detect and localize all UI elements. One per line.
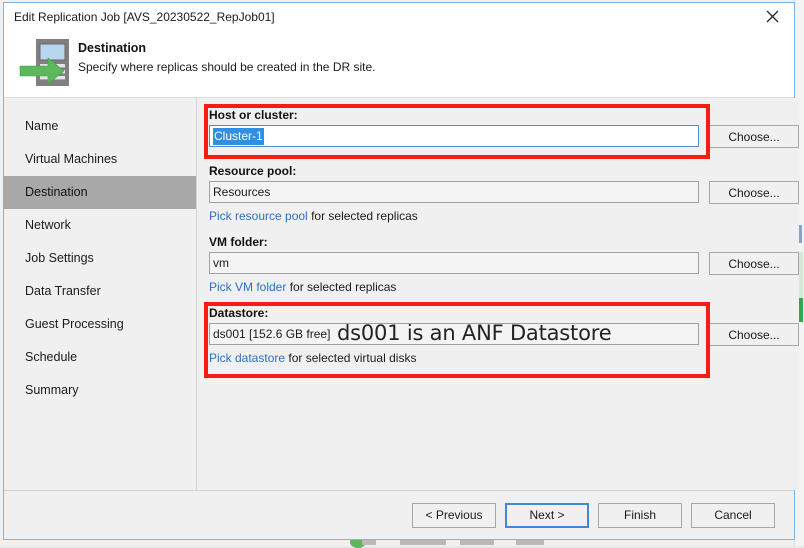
dialog-title: Edit Replication Job [AVS_20230522_RepJo… (14, 10, 275, 24)
sidebar-item-label: Job Settings (25, 251, 94, 265)
resource-pool-row: Resources Choose... (209, 181, 799, 204)
vm-folder-hint: Pick VM folder for selected replicas (209, 280, 799, 294)
dialog-body: Name Virtual Machines Destination Networ… (4, 98, 799, 490)
header-title: Destination (78, 41, 147, 55)
dialog-header: Destination Specify where replicas shoul… (4, 31, 794, 98)
host-or-cluster-value: Cluster-1 (213, 127, 264, 145)
sidebar-item-label: Guest Processing (25, 317, 124, 331)
sidebar-item-virtual-machines[interactable]: Virtual Machines (4, 143, 196, 176)
replication-server-arrow-icon (18, 35, 80, 91)
datastore-input[interactable]: ds001 [152.6 GB free] ds001 is an ANF Da… (209, 323, 699, 345)
sidebar-item-label: Destination (25, 185, 88, 199)
datastore-hint: Pick datastore for selected virtual disk… (209, 351, 799, 365)
datastore-row: ds001 [152.6 GB free] ds001 is an ANF Da… (209, 323, 799, 346)
sidebar-item-label: Summary (25, 383, 79, 397)
sidebar-item-destination[interactable]: Destination (4, 176, 196, 209)
previous-button[interactable]: < Previous (412, 502, 496, 528)
datastore-value: ds001 [152.6 GB free] (213, 327, 331, 341)
host-or-cluster-input[interactable]: Cluster-1 (209, 125, 699, 147)
host-or-cluster-group: Host or cluster: Cluster-1 Choose... (204, 104, 799, 159)
resource-pool-hint-rest: for selected replicas (311, 209, 418, 223)
vm-folder-group: VM folder: vm Choose... Pick VM folder f… (209, 235, 799, 294)
datastore-hint-rest: for selected virtual disks (288, 351, 417, 365)
vm-folder-hint-rest: for selected replicas (289, 280, 397, 294)
header-subtitle: Specify where replicas should be created… (78, 60, 376, 74)
sidebar-item-data-transfer[interactable]: Data Transfer (4, 275, 196, 308)
sidebar-item-summary[interactable]: Summary (4, 374, 196, 407)
pick-resource-pool-link[interactable]: Pick resource pool (209, 209, 308, 223)
vm-folder-value: vm (213, 256, 229, 270)
next-button[interactable]: Next > (505, 502, 589, 528)
resource-pool-hint: Pick resource pool for selected replicas (209, 209, 799, 223)
dialog-titlebar: Edit Replication Job [AVS_20230522_RepJo… (4, 3, 794, 31)
finish-button[interactable]: Finish (598, 502, 682, 528)
pick-vm-folder-link[interactable]: Pick VM folder (209, 280, 286, 294)
host-or-cluster-row: Cluster-1 Choose... (209, 125, 799, 148)
pick-datastore-link[interactable]: Pick datastore (209, 351, 285, 365)
sidebar-item-label: Network (25, 218, 71, 232)
host-or-cluster-label: Host or cluster: (209, 108, 298, 122)
sidebar-item-name[interactable]: Name (4, 110, 196, 143)
destination-form: Host or cluster: Cluster-1 Choose... Res… (197, 98, 799, 490)
cancel-button[interactable]: Cancel (691, 502, 775, 528)
datastore-group: Datastore: ds001 [152.6 GB free] ds001 i… (204, 302, 799, 378)
vm-folder-input[interactable]: vm (209, 252, 699, 274)
close-icon (766, 10, 779, 23)
sidebar-item-label: Virtual Machines (25, 152, 118, 166)
resource-pool-label: Resource pool: (209, 164, 297, 178)
sidebar-item-schedule[interactable]: Schedule (4, 341, 196, 374)
sidebar-item-job-settings[interactable]: Job Settings (4, 242, 196, 275)
wizard-step-list: Name Virtual Machines Destination Networ… (4, 98, 197, 490)
close-button[interactable] (750, 3, 794, 30)
datastore-annotation-text: ds001 is an ANF Datastore (337, 323, 612, 345)
resource-pool-input[interactable]: Resources (209, 181, 699, 203)
resource-pool-value: Resources (213, 185, 271, 199)
resource-pool-group: Resource pool: Resources Choose... Pick … (209, 164, 799, 223)
sidebar-item-guest-processing[interactable]: Guest Processing (4, 308, 196, 341)
vm-folder-label: VM folder: (209, 235, 268, 249)
host-or-cluster-choose-button[interactable]: Choose... (709, 125, 799, 148)
sidebar-item-label: Data Transfer (25, 284, 101, 298)
datastore-label: Datastore: (209, 306, 269, 320)
vm-folder-choose-button[interactable]: Choose... (709, 252, 799, 275)
sidebar-item-label: Schedule (25, 350, 78, 364)
vm-folder-row: vm Choose... (209, 252, 799, 275)
datastore-choose-button[interactable]: Choose... (709, 323, 799, 346)
sidebar-item-label: Name (25, 119, 59, 133)
resource-pool-choose-button[interactable]: Choose... (709, 181, 799, 204)
dialog-footer: < Previous Next > Finish Cancel (4, 490, 794, 539)
sidebar-item-network[interactable]: Network (4, 209, 196, 242)
edit-replication-job-dialog: Edit Replication Job [AVS_20230522_RepJo… (3, 2, 799, 540)
